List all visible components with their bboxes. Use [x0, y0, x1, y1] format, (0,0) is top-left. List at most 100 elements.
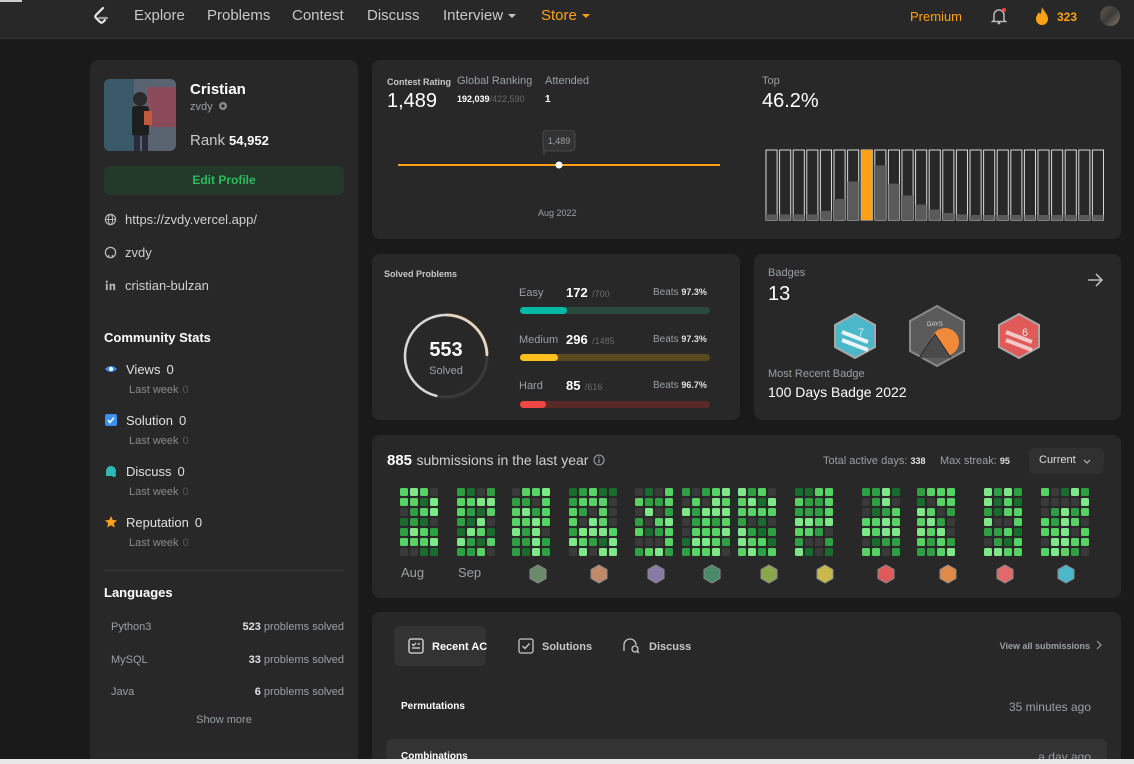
- heatmap-cell: [937, 488, 945, 496]
- histogram-slot: [1078, 149, 1091, 221]
- heatmap-cell: [758, 538, 766, 546]
- nav-problems[interactable]: Problems: [207, 7, 270, 24]
- heatmap-cell: [892, 528, 900, 536]
- heatmap-cell: [1071, 528, 1079, 536]
- monthly-badge-icon: [939, 564, 957, 584]
- heatmap-cell: [420, 488, 428, 496]
- list-item[interactable]: Permutations 35 minutes ago: [386, 689, 1107, 725]
- histogram-bar: [1065, 215, 1077, 220]
- heatmap-cell: [1051, 498, 1059, 506]
- badge-icon[interactable]: 7: [832, 312, 878, 360]
- heatmap-cell: [512, 488, 520, 496]
- tab-discuss[interactable]: Discuss: [622, 637, 691, 655]
- nav-interview[interactable]: Interview: [443, 7, 517, 24]
- profile-handle: zvdy: [190, 101, 228, 113]
- view-all-submissions-link[interactable]: View all submissions: [1000, 640, 1103, 651]
- lastweek-value: 0: [182, 486, 189, 498]
- histogram-bar: [820, 210, 832, 220]
- nav-explore[interactable]: Explore: [134, 7, 185, 24]
- arrow-right-icon[interactable]: [1086, 271, 1104, 289]
- nav-store[interactable]: Store: [541, 7, 590, 24]
- year-selector[interactable]: Current: [1029, 448, 1104, 474]
- edit-profile-button[interactable]: Edit Profile: [104, 166, 344, 195]
- linkedin-link[interactable]: cristian-bulzan: [104, 278, 209, 293]
- heatmap-cell: [569, 498, 577, 506]
- solved-label: Solved: [429, 365, 463, 377]
- heatmap-cell: [882, 508, 890, 516]
- nav-contest[interactable]: Contest: [292, 7, 344, 24]
- chevron-down-icon: [508, 14, 517, 19]
- heatmap-cell: [589, 538, 597, 546]
- heatmap-cell: [542, 518, 550, 526]
- heatmap-cell: [589, 518, 597, 526]
- heatmap-cell: [815, 518, 823, 526]
- bell-icon[interactable]: [990, 7, 1008, 25]
- info-icon[interactable]: [593, 454, 605, 466]
- heatmap-cell: [748, 528, 756, 536]
- heatmap-cell: [420, 518, 428, 526]
- heatmap-cell: [1014, 488, 1022, 496]
- tab-solutions[interactable]: Solutions: [517, 637, 592, 655]
- nav-discuss[interactable]: Discuss: [367, 7, 420, 24]
- heatmap-cell: [882, 488, 890, 496]
- badge-icon[interactable]: DAYS: [907, 304, 967, 368]
- heatmap-cell: [420, 508, 428, 516]
- streak-count[interactable]: 323: [1057, 10, 1077, 24]
- github-link[interactable]: zvdy: [104, 245, 152, 260]
- heatmap-cell: [937, 508, 945, 516]
- heatmap-cell: [635, 498, 643, 506]
- leetcode-logo-icon[interactable]: [92, 6, 110, 26]
- heatmap-cell: [645, 528, 653, 536]
- website-link[interactable]: https://zvdy.vercel.app/: [104, 212, 257, 227]
- heatmap-cell: [795, 508, 803, 516]
- github-text: zvdy: [125, 245, 152, 260]
- tab-recent-ac[interactable]: Recent AC: [407, 637, 487, 655]
- heatmap-cell: [487, 498, 495, 506]
- heatmap-cell: [1014, 508, 1022, 516]
- heatmap-cell: [805, 508, 813, 516]
- contest-date-label: Aug 2022: [538, 208, 577, 218]
- views-lastweek: Last week 0: [129, 384, 189, 396]
- monthly-badge-icon: [760, 564, 778, 584]
- badge-icon[interactable]: 6: [996, 312, 1042, 360]
- heatmap-cell: [1051, 538, 1059, 546]
- avatar[interactable]: [1100, 6, 1120, 26]
- contest-card: Contest Rating 1,489 Global Ranking 192,…: [372, 60, 1121, 239]
- stat-solution-label: Solution: [126, 413, 173, 428]
- heatmap-cell: [665, 548, 673, 556]
- heatmap-cell: [522, 548, 530, 556]
- heatmap-cell: [645, 518, 653, 526]
- heatmap-cell: [1081, 498, 1089, 506]
- heatmap-cell: [1081, 518, 1089, 526]
- website-text: https://zvdy.vercel.app/: [125, 212, 257, 227]
- premium-link[interactable]: Premium: [910, 9, 962, 24]
- attended-label: Attended: [545, 75, 590, 87]
- heatmap-cell: [487, 518, 495, 526]
- max-streak-value: 95: [999, 456, 1010, 466]
- heatmap-cell: [665, 538, 673, 546]
- heatmap-cell: [1071, 498, 1079, 506]
- rating-point[interactable]: [555, 161, 563, 169]
- heatmap-cell: [1004, 488, 1012, 496]
- histogram-slot: [942, 149, 955, 221]
- histogram-slot: [806, 149, 819, 221]
- heatmap-cell: [805, 498, 813, 506]
- heatmap-cell: [738, 498, 746, 506]
- easy-count: 172 /700: [566, 284, 610, 302]
- heatmap-cell: [467, 528, 475, 536]
- solved-total: 553: [429, 339, 463, 361]
- submission-time: 35 minutes ago: [1008, 700, 1091, 714]
- heatmap-cell: [635, 518, 643, 526]
- heatmap-cell: [1061, 488, 1069, 496]
- heatmap-cell: [917, 488, 925, 496]
- heatmap-cell: [477, 498, 485, 506]
- fire-icon[interactable]: [1034, 6, 1050, 26]
- heatmap-cell: [542, 488, 550, 496]
- monthly-badge-icon: [703, 564, 721, 584]
- heatmap-cell: [722, 548, 730, 556]
- heatmap-cell: [1071, 508, 1079, 516]
- show-more-button[interactable]: Show more: [90, 714, 358, 726]
- reputation-lastweek: Last week 0: [129, 537, 189, 549]
- heatmap-cell: [994, 498, 1002, 506]
- heatmap-cell: [579, 488, 587, 496]
